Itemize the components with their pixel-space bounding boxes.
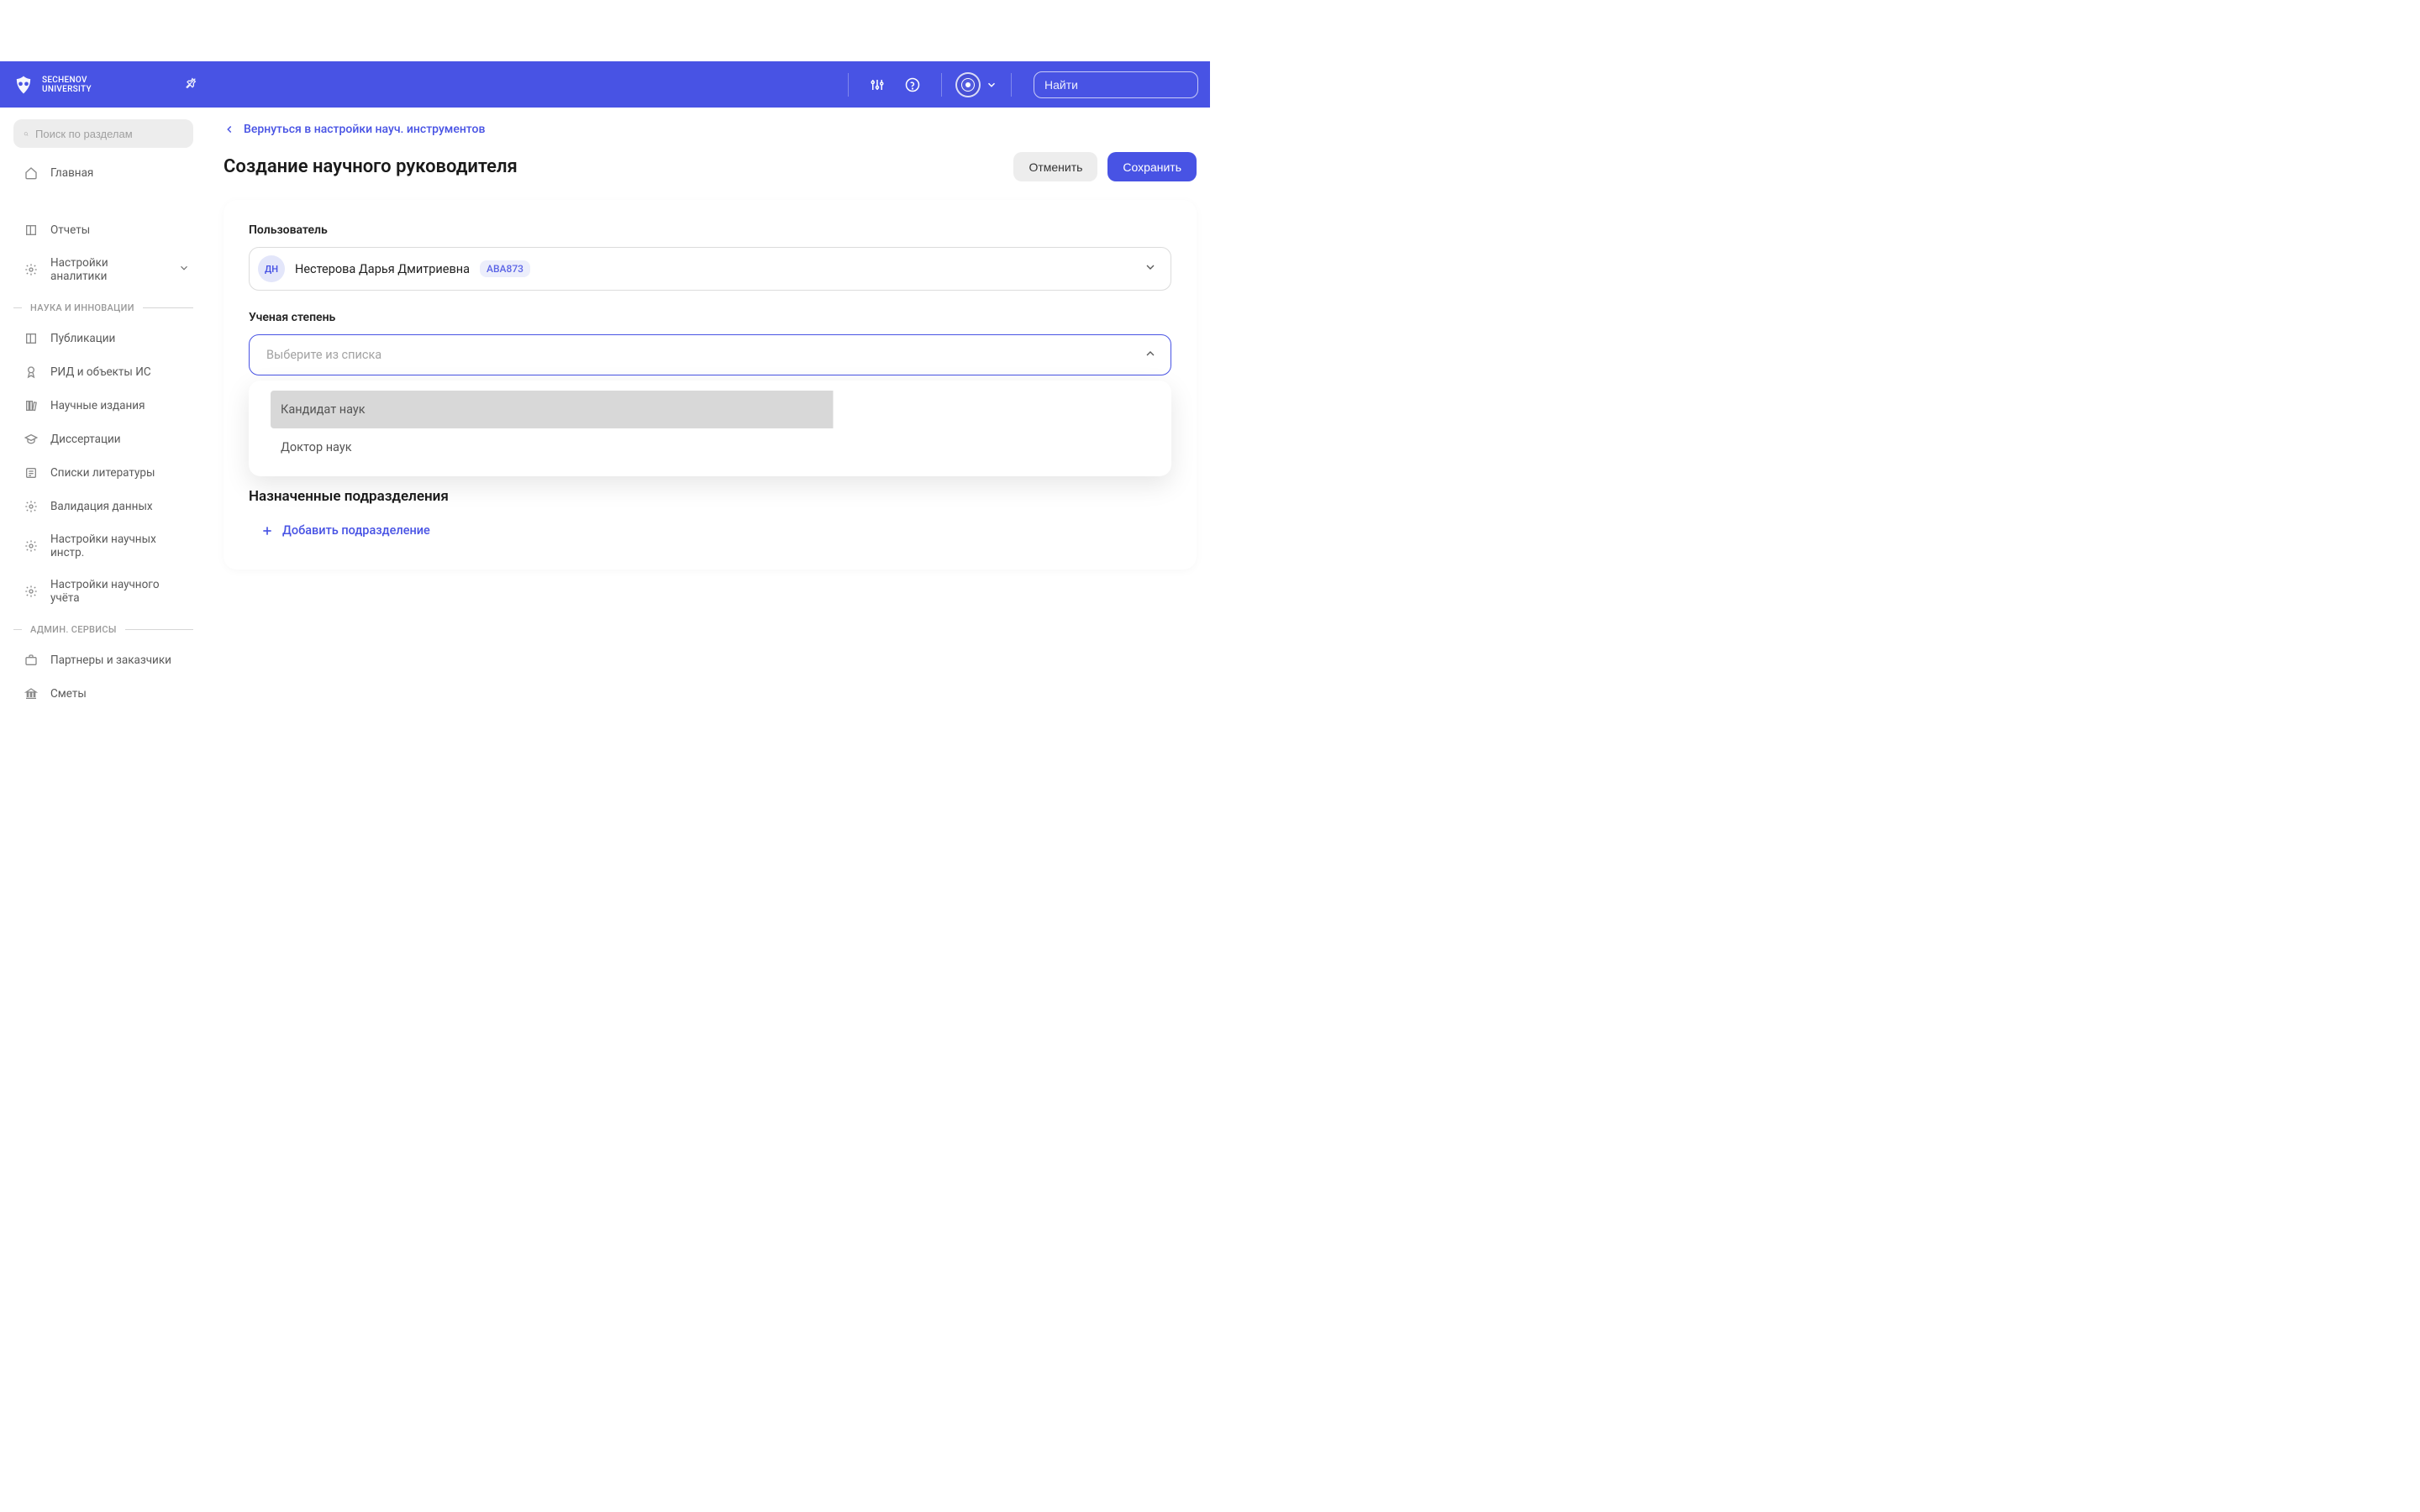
gear-icon	[24, 499, 39, 514]
logo-text-2: UNIVERSITY	[42, 85, 92, 94]
sidebar-item-reports[interactable]: Отчеты	[7, 213, 200, 247]
sidebar-item-publications[interactable]: Публикации	[7, 322, 200, 355]
user-avatar-initials: ДН	[258, 255, 285, 282]
sidebar-item-label: РИД и объекты ИС	[50, 365, 151, 379]
list-icon	[24, 465, 39, 480]
sidebar-item-label: Настройки научных инстр.	[50, 533, 190, 559]
sidebar-item-partners[interactable]: Партнеры и заказчики	[7, 643, 200, 677]
help-icon	[905, 77, 920, 92]
degree-option-doctor[interactable]: Доктор наук	[271, 428, 1150, 466]
plus-icon	[260, 524, 274, 538]
sidebar-item-label: Научные издания	[50, 399, 145, 412]
global-search-input[interactable]	[1044, 78, 1197, 92]
degree-option-candidate[interactable]: Кандидат наук	[271, 391, 1150, 428]
search-icon	[24, 128, 29, 140]
sidebar-item-analytics-settings[interactable]: Настройки аналитики	[7, 247, 200, 292]
sidebar-item-science-tools-settings[interactable]: Настройки научных инстр.	[7, 523, 200, 569]
sidebar-item-journals[interactable]: Научные издания	[7, 389, 200, 423]
degree-placeholder: Выберите из списка	[263, 344, 385, 365]
sidebar-item-literature[interactable]: Списки литературы	[7, 456, 200, 490]
chevron-up-icon	[1144, 347, 1157, 364]
main-content: Вернуться в настройки науч. инструментов…	[207, 108, 1210, 756]
back-link[interactable]: Вернуться в настройки науч. инструментов	[224, 123, 485, 136]
sidebar-item-label: Сметы	[50, 687, 87, 701]
sidebar-item-estimates[interactable]: Сметы	[7, 677, 200, 711]
sidebar-item-validation[interactable]: Валидация данных	[7, 490, 200, 523]
header-divider-2	[941, 73, 942, 97]
user-menu[interactable]	[955, 72, 997, 97]
settings-sliders-button[interactable]	[862, 70, 892, 100]
help-button[interactable]	[897, 70, 928, 100]
sidebar-section-admin: АДМИН. СЕРВИСЫ	[7, 614, 200, 643]
logo-icon	[12, 73, 35, 97]
chevron-down-icon	[1144, 260, 1157, 277]
avatar	[955, 72, 981, 97]
global-search[interactable]	[1034, 71, 1198, 98]
chevron-down-icon	[986, 79, 997, 91]
add-department-label: Добавить подразделение	[282, 523, 430, 538]
bank-icon	[24, 686, 39, 701]
back-link-label: Вернуться в настройки науч. инструментов	[244, 123, 485, 136]
sidebar-item-label: Настройки научного учёта	[50, 578, 190, 605]
chevron-left-icon	[224, 123, 235, 135]
award-icon	[24, 365, 39, 380]
save-button[interactable]: Сохранить	[1107, 152, 1197, 181]
header-divider	[848, 73, 849, 97]
cancel-button[interactable]: Отменить	[1013, 152, 1097, 181]
sidebar-item-home[interactable]: Главная	[7, 156, 200, 190]
sidebar-item-dissertations[interactable]: Диссертации	[7, 423, 200, 456]
book-icon	[24, 331, 39, 346]
graduation-icon	[24, 432, 39, 447]
header-divider-3	[1011, 73, 1012, 97]
gear-icon	[24, 584, 39, 599]
page-title: Создание научного руководителя	[224, 156, 518, 177]
book-icon	[24, 223, 39, 238]
logo[interactable]: SECHENOV UNIVERSITY	[12, 73, 92, 97]
sidebar-item-label: Отчеты	[50, 223, 90, 237]
briefcase-icon	[24, 653, 39, 668]
home-icon	[24, 165, 39, 181]
sidebar-item-label: Главная	[50, 166, 93, 180]
sliders-icon	[870, 77, 885, 92]
sidebar-item-label: Публикации	[50, 332, 115, 345]
sidebar-item-label: Партнеры и заказчики	[50, 654, 171, 667]
sidebar-item-label: Диссертации	[50, 433, 121, 446]
degree-dropdown: Кандидат наук Доктор наук	[249, 381, 1171, 476]
field-label-user: Пользователь	[249, 223, 1171, 237]
sidebar-section-science: НАУКА И ИННОВАЦИИ	[7, 292, 200, 322]
field-label-degree: Ученая степень	[249, 311, 1171, 324]
top-spacer	[0, 0, 1210, 61]
user-code-badge: ABA873	[480, 260, 530, 277]
sidebar-search[interactable]	[13, 119, 193, 148]
app-header: SECHENOV UNIVERSITY	[0, 61, 1210, 108]
sidebar-item-label: Списки литературы	[50, 466, 155, 480]
chevron-down-icon	[178, 262, 190, 277]
sidebar-item-science-accounting[interactable]: Настройки научного учёта	[7, 569, 200, 614]
sidebar-item-label: Настройки аналитики	[50, 256, 166, 283]
logo-text-1: SECHENOV	[42, 76, 92, 85]
pin-icon	[184, 76, 197, 90]
form-card: Пользователь ДН Нестерова Дарья Дмитриев…	[224, 200, 1197, 570]
gear-icon	[24, 538, 39, 554]
pin-toggle[interactable]	[184, 76, 197, 93]
user-selected-name: Нестерова Дарья Дмитриевна	[295, 262, 470, 276]
departments-section-title: Назначенные подразделения	[249, 488, 1171, 505]
sidebar: Главная Отчеты Настройки аналитики НАУКА…	[0, 108, 207, 756]
books-icon	[24, 398, 39, 413]
sidebar-item-rid[interactable]: РИД и объекты ИС	[7, 355, 200, 389]
sidebar-item-label: Валидация данных	[50, 500, 153, 513]
add-department-button[interactable]: Добавить подразделение	[249, 523, 430, 538]
degree-select[interactable]: Выберите из списка	[249, 334, 1171, 375]
sidebar-search-input[interactable]	[35, 128, 183, 140]
user-select[interactable]: ДН Нестерова Дарья Дмитриевна ABA873	[249, 247, 1171, 291]
gear-icon	[24, 262, 39, 277]
